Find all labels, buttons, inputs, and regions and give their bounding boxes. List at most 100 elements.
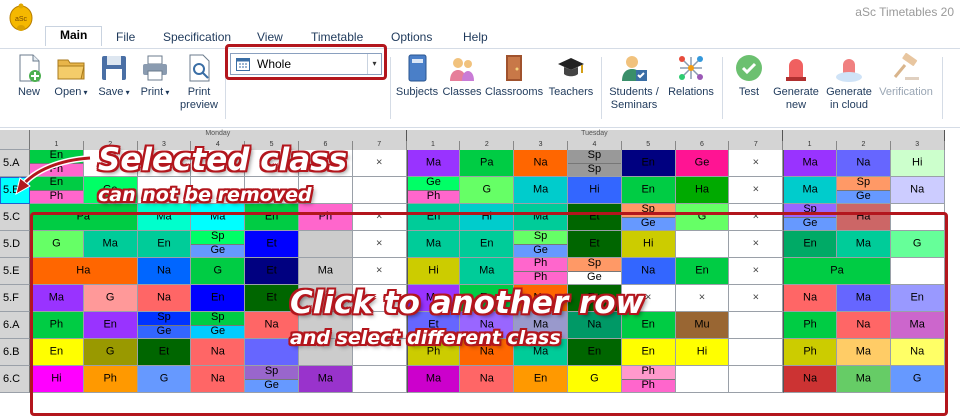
new-button[interactable]: New xyxy=(14,53,44,99)
classrooms-label: Classrooms xyxy=(485,86,544,98)
lesson-cell[interactable]: En Ph xyxy=(30,150,84,177)
lesson-cell[interactable]: Na xyxy=(890,177,945,204)
menu-view[interactable]: View xyxy=(257,30,283,44)
generate-new-button[interactable]: Generate new xyxy=(770,53,822,112)
print-label: Print xyxy=(140,86,164,98)
svg-text:aSc: aSc xyxy=(15,16,28,23)
class-row-header[interactable]: 6.B xyxy=(0,339,30,366)
lesson-cell[interactable]: Ha xyxy=(675,177,730,204)
subjects-button[interactable]: Subjects xyxy=(394,53,440,99)
blocked-period-icon: × xyxy=(752,183,759,196)
grid-corner xyxy=(0,130,30,150)
class-row-header[interactable]: 5.B xyxy=(0,177,30,204)
menu-help[interactable]: Help xyxy=(463,30,488,44)
subjects-label: Subjects xyxy=(395,86,439,98)
lesson-cell[interactable]: × xyxy=(352,150,407,177)
floppy-disk-icon xyxy=(102,56,126,80)
lesson-subject: En xyxy=(30,150,83,163)
lesson-cell[interactable]: En xyxy=(621,150,676,177)
lesson-cell[interactable]: Na xyxy=(837,150,891,177)
view-selector-highlight xyxy=(225,44,387,80)
class-row-header[interactable]: 6.A xyxy=(0,312,30,339)
cloud-siren-icon xyxy=(836,59,862,82)
lesson-cell[interactable]: × xyxy=(729,177,784,204)
lesson-cell[interactable]: Hi xyxy=(568,177,622,204)
lesson-cell[interactable]: G xyxy=(460,177,515,204)
day-header: Tuesday xyxy=(406,130,784,141)
lesson-cell[interactable]: Na xyxy=(514,150,568,177)
lesson-cell[interactable]: × xyxy=(729,150,784,177)
day-header: Monday xyxy=(30,130,407,141)
lesson-cell[interactable]: Sp Sp xyxy=(568,150,622,177)
lesson-cell[interactable]: En Ph xyxy=(30,177,84,204)
class-row-header[interactable]: 5.C xyxy=(0,204,30,231)
blocked-period-icon: × xyxy=(375,156,383,169)
lesson-cell[interactable]: Ma xyxy=(406,150,461,177)
menu-specification[interactable]: Specification xyxy=(163,30,231,44)
lesson-cell[interactable]: Ma xyxy=(783,150,837,177)
lesson-subject: Ge xyxy=(694,156,710,169)
lesson-subject: Ma xyxy=(425,156,442,169)
generate-cloud-button[interactable]: Generate in cloud xyxy=(824,53,874,112)
teachers-button[interactable]: Teachers xyxy=(547,53,595,99)
teachers-label: Teachers xyxy=(548,86,594,98)
class-row-header[interactable]: 5.D xyxy=(0,231,30,258)
lesson-subject: Ma xyxy=(802,156,818,169)
lesson-subject: Hi xyxy=(912,156,923,169)
relations-button[interactable]: Relations xyxy=(665,53,717,99)
period-header: 1 xyxy=(406,141,461,150)
print-preview-label-1: Print xyxy=(187,86,211,98)
lesson-subject: En xyxy=(641,183,655,196)
lesson-cell[interactable] xyxy=(352,177,407,204)
menu-main[interactable]: Main xyxy=(45,26,103,46)
lesson-subject: Sp xyxy=(568,150,621,163)
period-header: 2 xyxy=(837,141,891,150)
students-seminars-button[interactable]: Students / Seminars xyxy=(605,53,663,112)
lesson-subject: Pa xyxy=(480,156,494,169)
classes-label: Classes xyxy=(442,86,482,98)
lesson-subject: Na xyxy=(856,156,871,169)
menu-options[interactable]: Options xyxy=(391,30,432,44)
lesson-cell[interactable]: Ge xyxy=(675,150,730,177)
menu-file[interactable]: File xyxy=(116,30,135,44)
menu-timetable[interactable]: Timetable xyxy=(311,30,363,44)
annotation-click-sub: and select different class xyxy=(290,327,561,349)
generate-new-label-1: Generate xyxy=(773,86,819,98)
period-header: 4 xyxy=(568,141,622,150)
class-row-header[interactable]: 5.E xyxy=(0,258,30,285)
open-button[interactable]: Open ▾ xyxy=(54,53,88,99)
class-row-header[interactable]: 6.C xyxy=(0,366,30,393)
door-icon xyxy=(506,55,522,81)
app-window: aSc aSc Timetables 20 Main File Specific… xyxy=(0,0,960,416)
lesson-subject: Ge xyxy=(837,190,890,203)
title-bar: aSc aSc Timetables 20 xyxy=(0,0,960,31)
lesson-cell[interactable]: Ma xyxy=(514,177,568,204)
network-icon xyxy=(679,56,703,80)
lesson-subject: En xyxy=(30,177,83,190)
verification-button[interactable]: Verification xyxy=(876,53,936,99)
lesson-cell[interactable]: Pa xyxy=(460,150,515,177)
lesson-cell[interactable]: Ma xyxy=(783,177,837,204)
lesson-cell[interactable]: Hi xyxy=(890,150,945,177)
test-button[interactable]: Test xyxy=(732,53,766,99)
students-label-1: Students / xyxy=(609,86,659,98)
save-button[interactable]: Save ▾ xyxy=(97,53,131,99)
book-icon xyxy=(408,54,427,82)
lesson-cell[interactable]: Ge Ph xyxy=(406,177,461,204)
lesson-subject: G xyxy=(482,183,492,196)
period-header: 3 xyxy=(890,141,945,150)
lesson-cell[interactable]: En xyxy=(621,177,676,204)
students-icon xyxy=(450,58,474,81)
class-row-header[interactable]: 5.A xyxy=(0,150,30,177)
class-row-header[interactable]: 5.F xyxy=(0,285,30,312)
lesson-cell[interactable]: Sp Ge xyxy=(837,177,891,204)
print-button[interactable]: Print ▾ xyxy=(138,53,172,99)
print-preview-button[interactable]: Print preview xyxy=(178,53,220,112)
printer-icon xyxy=(143,55,167,81)
lesson-subject: Ma xyxy=(532,183,549,196)
classes-button[interactable]: Classes xyxy=(442,53,482,99)
annotation-click-title: Click to another row xyxy=(290,285,645,321)
classrooms-button[interactable]: Classrooms xyxy=(485,53,543,99)
student-check-icon xyxy=(622,56,647,81)
period-header: 3 xyxy=(514,141,568,150)
